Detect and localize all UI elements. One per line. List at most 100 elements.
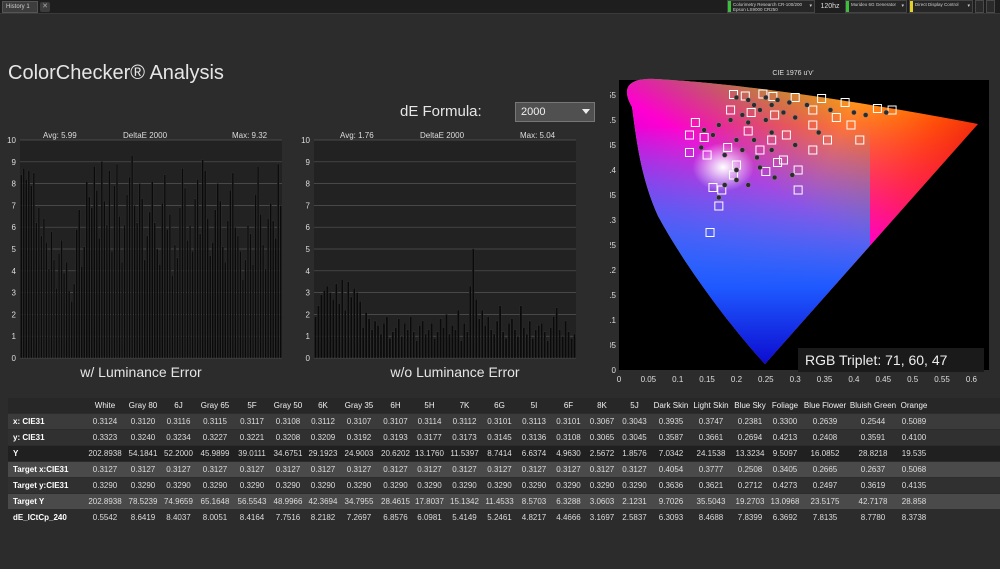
bar [501, 331, 505, 359]
y-tick-label: 6 [12, 223, 17, 232]
bar [161, 203, 164, 359]
bar [35, 222, 38, 359]
table-cell: 0.3116 [166, 417, 191, 426]
bar [439, 318, 442, 359]
measured-point [851, 109, 857, 116]
column-header: 7K [459, 401, 470, 410]
bar [540, 322, 543, 359]
bar [475, 298, 478, 359]
table-cell: 0.3127 [310, 465, 336, 474]
x-tick-label: 0.4 [848, 375, 860, 384]
bar [355, 292, 359, 359]
measured-point [716, 194, 722, 201]
y-tick-label: 0.05 [610, 341, 617, 350]
bar [267, 218, 270, 359]
bar [236, 235, 239, 359]
bar [181, 168, 184, 359]
table-cell: 0.3127 [166, 465, 191, 474]
table-row: y: CIE31 0.3323 0.3240 0.3234 0.3227 0.3221 0.… [8, 430, 1000, 445]
table-cell: 0.3127 [239, 465, 265, 474]
tab-history-1[interactable]: History 1 [2, 1, 38, 13]
bar [341, 279, 344, 359]
bar [47, 268, 51, 359]
measured-point [733, 94, 740, 101]
table-cell: 0.3290 [622, 481, 647, 490]
measured-point [769, 102, 775, 108]
table-cell: 0.5542 [92, 513, 118, 522]
bar [338, 303, 341, 359]
bar [153, 222, 156, 359]
bar [445, 314, 448, 359]
meter-selector[interactable]: Colorimetry Research CR-100/200 Epson LS… [727, 0, 815, 13]
bar [50, 231, 53, 359]
table-cell: 0.4135 [901, 481, 927, 490]
bar [522, 327, 526, 359]
table-cell: 0.3290 [166, 481, 191, 490]
column-header: Light Skin [693, 401, 729, 410]
bar [52, 259, 56, 359]
generator-selector[interactable]: Murideo 6G Generator ▾ [845, 0, 907, 13]
table-cell: 0.3290 [556, 481, 581, 490]
y-tick-label: 9 [306, 158, 311, 167]
measured-point [769, 129, 775, 136]
de-formula-select[interactable]: 2000 [515, 102, 595, 122]
bar [451, 325, 454, 359]
column-header: Foliage [771, 401, 799, 410]
bar [88, 196, 91, 359]
table-cell: 0.3192 [346, 433, 372, 442]
column-header: Gray 80 [128, 401, 158, 410]
y-tick-label: 1 [306, 332, 311, 341]
bar [241, 279, 244, 359]
bar [163, 174, 166, 359]
table-row: Y 202.8938 54.1841 52.2000 45.9899 39.0111 34.… [8, 446, 1000, 461]
bar [528, 320, 532, 359]
bar [424, 333, 427, 359]
table-cell: 0.3127 [417, 465, 442, 474]
table-cell: 7.8135 [812, 513, 838, 522]
table-cell: 8.7414 [487, 449, 512, 458]
table-cell: 9.7026 [658, 497, 684, 506]
y-tick-label: 8 [12, 180, 17, 189]
chart-avg: Avg: 5.99 [43, 131, 77, 140]
chart-max: Max: 5.04 [520, 131, 556, 140]
measured-point [780, 109, 787, 116]
table-cell: 0.3117 [240, 417, 264, 426]
bar [555, 307, 558, 359]
bar [558, 329, 561, 359]
table-cell: 0.3112 [311, 417, 335, 426]
table-cell: 8.4164 [239, 513, 265, 522]
measured-point [722, 152, 728, 158]
more-icon[interactable] [986, 0, 995, 13]
y-tick-label: 10 [7, 136, 16, 145]
measured-point [789, 172, 795, 178]
settings-icon[interactable] [975, 0, 984, 13]
bar [259, 213, 262, 359]
y-tick-label: 0.1 [610, 316, 617, 325]
table-cell: 0.3290 [521, 481, 547, 490]
table-cell: 0.2639 [812, 417, 838, 426]
chart-avg: Avg: 1.76 [340, 131, 374, 140]
bar [239, 251, 242, 359]
column-header: 5H [424, 401, 435, 410]
bar [178, 207, 182, 359]
y-tick-label: 6 [306, 223, 311, 232]
table-cell: 0.3120 [130, 417, 156, 426]
x-tick-label: 0.2 [731, 375, 743, 384]
table-cell: 3.0603 [589, 497, 615, 506]
bar [211, 242, 214, 359]
measured-point [733, 167, 740, 173]
bar [221, 246, 224, 359]
measured-point [827, 107, 834, 113]
chevron-down-icon: ▾ [967, 3, 970, 9]
measured-point [733, 177, 740, 183]
display-control-selector[interactable]: Direct Display Control ▾ [909, 0, 973, 13]
bar [206, 218, 209, 359]
measured-point [745, 119, 751, 126]
table-cell: 0.3067 [589, 417, 615, 426]
chart-caption-without-luminance: w/o Luminance Error [390, 364, 520, 380]
measured-point [739, 112, 745, 118]
bar [274, 237, 277, 359]
column-header: 6K [318, 401, 328, 410]
add-tab-icon[interactable]: ✕ [40, 2, 50, 12]
bar [406, 329, 409, 359]
